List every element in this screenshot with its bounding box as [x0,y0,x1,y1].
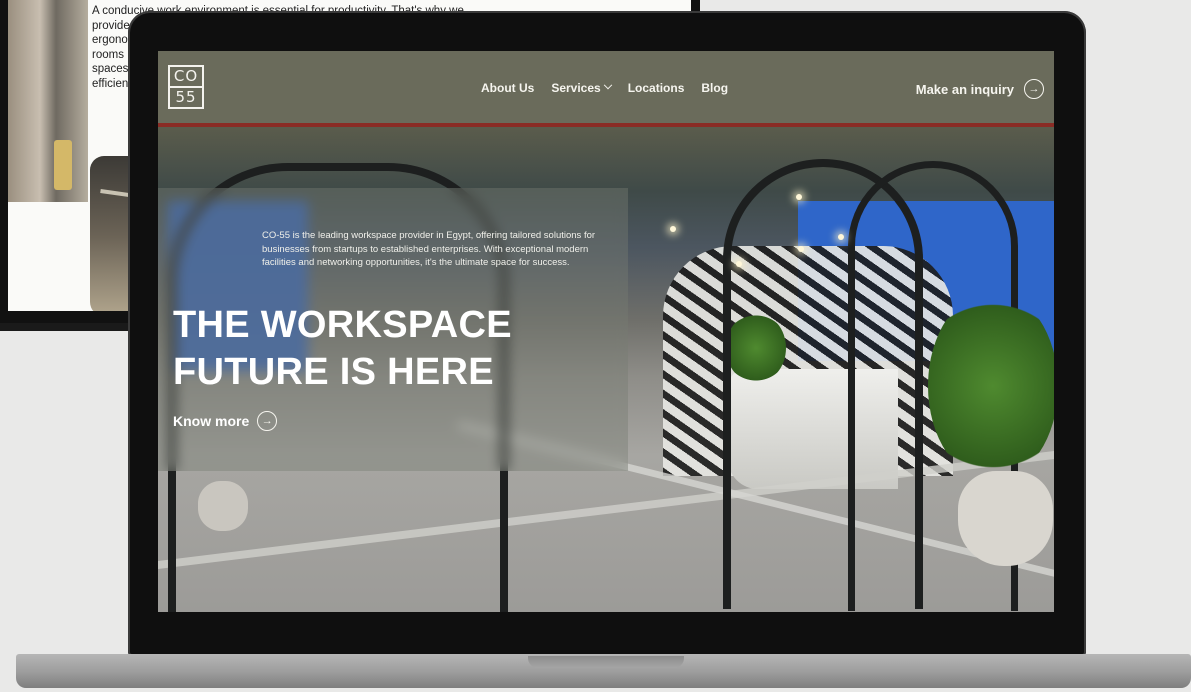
know-more-label: Know more [173,413,250,429]
planter [958,471,1053,566]
hero-description: CO-55 is the leading workspace provider … [262,230,596,268]
ceiling-light [736,261,742,267]
site-header: CO 55 About Us Services Locations Blog M… [158,51,1054,123]
ceiling-light [796,194,802,200]
hero-title-line: FUTURE IS HERE [173,351,494,393]
arrow-right-circle-icon: → [257,411,278,431]
nav-locations[interactable]: Locations [628,81,685,95]
know-more-link[interactable]: Know more → [173,411,278,431]
make-inquiry-button[interactable]: Make an inquiry → [916,79,1044,99]
brand-logo[interactable]: CO 55 [168,65,204,109]
nav-services[interactable]: Services [551,80,612,95]
website-viewport: CO 55 About Us Services Locations Blog M… [158,51,1054,612]
ceiling-light [670,226,676,232]
ceiling-band [158,123,1054,127]
plant [928,291,1054,481]
ceiling-light [838,234,844,240]
nav-about-us[interactable]: About Us [481,81,534,95]
nav-blog[interactable]: Blog [701,81,728,95]
arrow-right-circle-icon: → [1024,79,1044,99]
hero-title: THE WORKSPACE FUTURE IS HERE [173,302,613,396]
logo-bottom: 55 [175,88,197,106]
logo-top: CO [170,67,202,88]
nav-label: Locations [627,81,685,95]
cta-label: Make an inquiry [915,81,1014,97]
nav-label: About Us [481,81,535,95]
ceiling-light [798,246,804,252]
main-nav: About Us Services Locations Blog [481,80,728,95]
laptop-notch [528,656,684,668]
nav-label: Blog [701,81,729,95]
background-photo [8,0,88,202]
chevron-down-icon [603,80,612,90]
background-device-edge [0,323,135,331]
planter [198,481,248,531]
hero-title-line: THE WORKSPACE [173,304,512,346]
nav-label: Services [551,81,601,95]
